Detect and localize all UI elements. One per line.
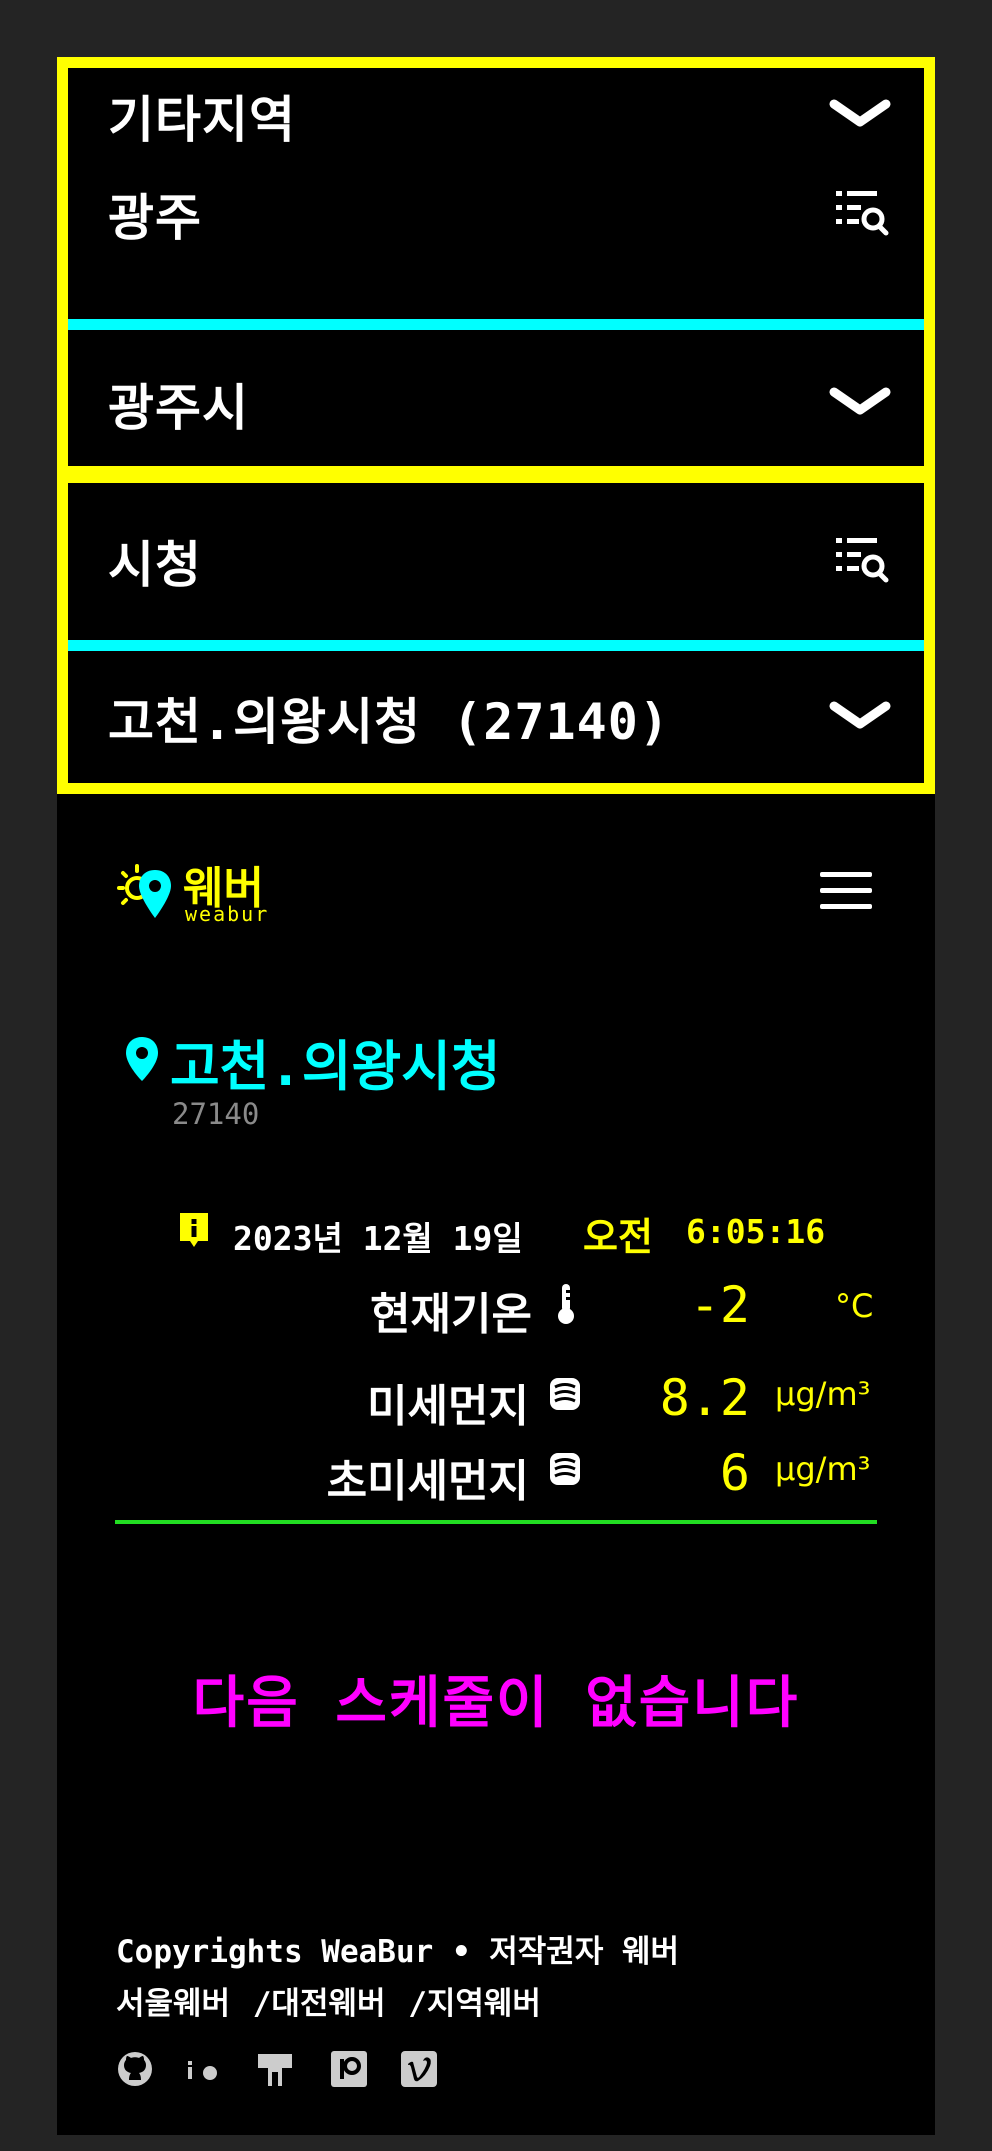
chevron-down-icon xyxy=(828,98,892,134)
thermometer-icon xyxy=(558,1284,574,1324)
selector-divider xyxy=(68,319,924,330)
city-select[interactable]: 광주 xyxy=(68,164,924,264)
vimeo-icon[interactable] xyxy=(400,2050,438,2088)
temperature-label: 현재기온 xyxy=(370,1289,532,1340)
list-search-icon xyxy=(834,187,890,241)
sun-pin-icon xyxy=(117,864,171,918)
district-select[interactable]: 광주시 xyxy=(68,330,924,477)
pm25-unit: μg/m³ xyxy=(775,1450,871,1488)
location-name: 고천.의왕시청 xyxy=(170,1035,501,1098)
region-select[interactable]: 기타지역 xyxy=(68,68,924,164)
link-daejeon-weabur[interactable]: /대전웨버 xyxy=(253,1986,386,2022)
office-select[interactable]: 시청 xyxy=(68,483,924,638)
station-select[interactable]: 고천.의왕시청 (27140) xyxy=(68,651,924,784)
temperature-value: -2 xyxy=(689,1276,750,1334)
copyright-text: Copyrights WeaBur • 저작권자 웨버 xyxy=(116,1934,680,1970)
link-region-weabur[interactable]: /지역웨버 xyxy=(408,1986,541,2022)
patreon-icon[interactable] xyxy=(330,2050,368,2088)
district-select-label: 광주시 xyxy=(108,378,249,437)
gitea-icon[interactable] xyxy=(256,2050,294,2088)
temperature-unit: °C xyxy=(835,1287,874,1325)
no-schedule-message: 다음 스케줄이 없습니다 xyxy=(192,1671,800,1736)
dust-icon xyxy=(550,1453,580,1485)
hamburger-menu-icon[interactable] xyxy=(820,872,872,910)
pm10-label: 미세먼지 xyxy=(367,1381,529,1432)
pm25-value: 6 xyxy=(719,1444,750,1502)
location-selector-group-1: 기타지역 광주 광주시 xyxy=(57,57,935,477)
selector-divider xyxy=(68,640,924,651)
github-icon[interactable] xyxy=(116,2050,154,2088)
pm10-value: 8.2 xyxy=(659,1369,750,1427)
chevron-down-icon xyxy=(828,386,892,422)
io-icon[interactable] xyxy=(184,2050,224,2088)
date-text: 2023년 12월 19일 xyxy=(233,1219,523,1258)
location-code: 27140 xyxy=(172,1097,260,1131)
logo-subtext: weabur xyxy=(185,902,270,926)
office-select-label: 시청 xyxy=(108,535,202,594)
pm25-label: 초미세먼지 xyxy=(326,1456,529,1507)
city-select-label: 광주 xyxy=(108,189,202,247)
chevron-down-icon xyxy=(828,700,892,736)
moon-icon xyxy=(853,1222,861,1238)
link-seoul-weabur[interactable]: 서울웨버 xyxy=(116,1986,230,2022)
region-select-label: 기타지역 xyxy=(108,91,296,149)
location-pin-icon xyxy=(126,1037,158,1081)
info-icon xyxy=(180,1213,208,1247)
footer-links: 서울웨버 /대전웨버 /지역웨버 xyxy=(116,1978,545,2023)
section-divider xyxy=(115,1520,877,1524)
location-selector-group-2: 시청 고천.의왕시청 (27140) xyxy=(57,472,935,794)
weabur-logo[interactable]: 웨버 weabur xyxy=(115,858,285,928)
ampm-text: 오전 xyxy=(583,1215,653,1259)
list-search-icon xyxy=(834,534,890,588)
pm10-unit: μg/m³ xyxy=(775,1375,871,1413)
station-select-label: 고천.의왕시청 (27140) xyxy=(108,692,670,751)
time-text: 6:05:16 xyxy=(686,1212,826,1251)
dust-icon xyxy=(550,1378,580,1410)
